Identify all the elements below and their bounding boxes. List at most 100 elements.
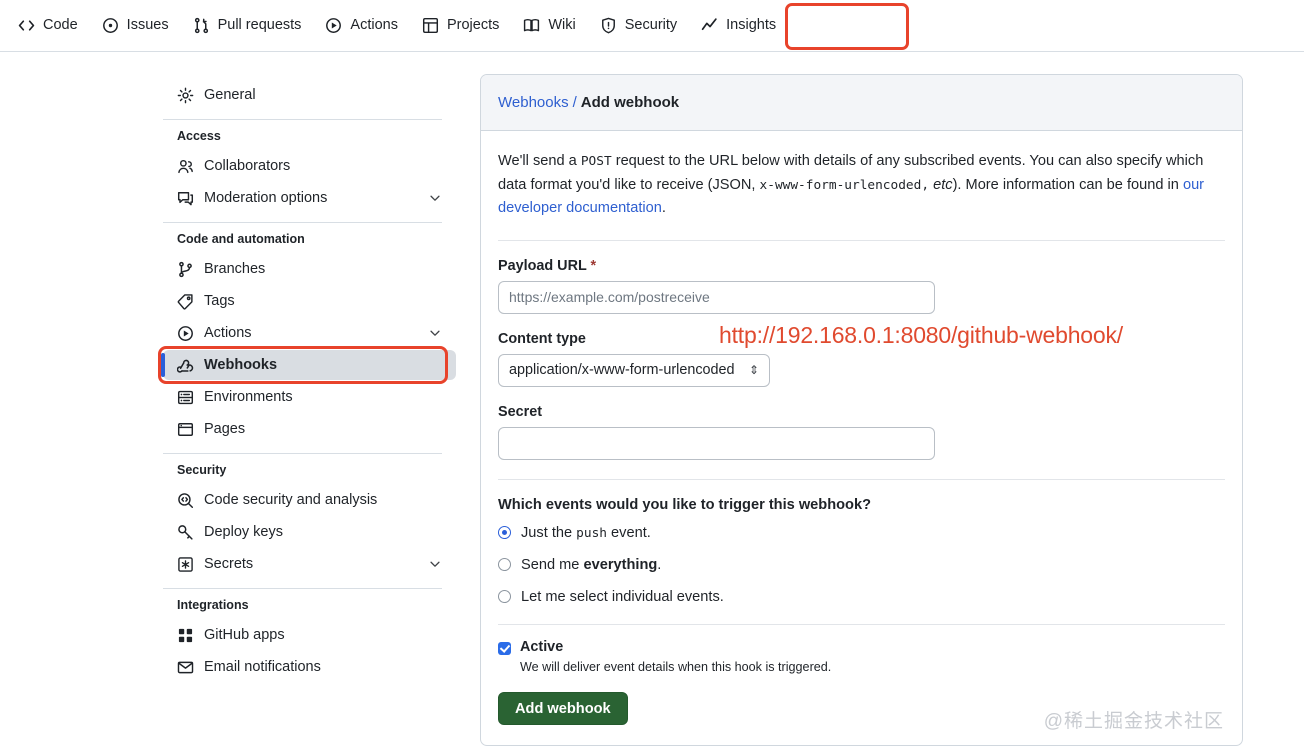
sidebar-item-collaborators[interactable]: Collaborators <box>163 151 456 181</box>
sidebar-item-label: Environments <box>204 390 442 405</box>
breadcrumb-separator: / <box>573 94 577 111</box>
sidebar-divider <box>163 222 442 223</box>
payload-url-label-text: Payload URL <box>498 258 587 274</box>
radio-option-individual[interactable]: Let me select individual events. <box>498 589 1225 605</box>
sidebar-item-actions[interactable]: Actions <box>163 318 456 348</box>
sidebar-divider <box>163 119 442 120</box>
nav-tab-settings[interactable]: Settings <box>788 11 894 40</box>
radio-everything-prefix: Send me <box>521 557 583 573</box>
radio-individual-indicator[interactable] <box>498 590 511 603</box>
chevron-down-icon[interactable] <box>428 191 442 205</box>
issue-icon <box>102 17 119 34</box>
people-icon <box>177 158 194 175</box>
chevron-down-icon[interactable] <box>428 326 442 340</box>
sidebar-item-tags[interactable]: Tags <box>163 286 456 316</box>
nav-tab-pull-requests[interactable]: Pull requests <box>181 11 314 40</box>
nav-tab-issues[interactable]: Issues <box>90 11 181 40</box>
play-icon <box>325 17 342 34</box>
code-scan-icon <box>177 492 194 509</box>
webhook-icon <box>177 357 194 374</box>
breadcrumb: Webhooks / Add webhook <box>481 75 1242 131</box>
radio-push-code: push <box>576 526 607 541</box>
sidebar-item-label: Collaborators <box>204 159 442 174</box>
nav-tab-insights[interactable]: Insights <box>689 11 788 40</box>
nav-tab-label: Issues <box>127 18 169 33</box>
asterisk-icon <box>177 556 194 573</box>
radio-push-prefix: Just the <box>521 525 576 541</box>
key-icon <box>177 524 194 541</box>
active-text-block: Active We will deliver event details whe… <box>520 639 831 674</box>
nav-tab-code[interactable]: Code <box>6 11 90 40</box>
pr-icon <box>193 17 210 34</box>
sidebar-item-email-notifications[interactable]: Email notifications <box>163 652 456 682</box>
sidebar-section-heading: Code and automation <box>163 232 456 246</box>
sidebar-item-label: GitHub apps <box>204 628 442 643</box>
intro-part4: ). More information can be found in <box>953 177 1183 193</box>
intro-part1: We'll send a <box>498 153 581 169</box>
nav-tab-actions[interactable]: Actions <box>313 11 410 40</box>
radio-option-everything[interactable]: Send me everything. <box>498 557 1225 573</box>
active-checkbox-row[interactable]: Active We will deliver event details whe… <box>498 639 1225 674</box>
sidebar-divider <box>163 453 442 454</box>
intro-code-post: POST <box>581 154 612 169</box>
add-webhook-button[interactable]: Add webhook <box>498 692 628 725</box>
settings-sidebar: General Access Collaborators Moderation opt… <box>163 80 456 684</box>
sidebar-divider <box>163 588 442 589</box>
nav-tab-security[interactable]: Security <box>588 11 689 40</box>
nav-tab-wiki[interactable]: Wiki <box>511 11 587 40</box>
content-type-select[interactable]: application/x-www-form-urlencoded ⇕ <box>498 354 770 387</box>
tag-icon <box>177 293 194 310</box>
sidebar-item-branches[interactable]: Branches <box>163 254 456 284</box>
content-type-label: Content type <box>498 331 1225 347</box>
select-updown-chevron-icon: ⇕ <box>749 364 759 376</box>
sidebar-item-secrets[interactable]: Secrets <box>163 549 456 579</box>
radio-everything-suffix: . <box>657 557 661 573</box>
nav-tab-label: Code <box>43 18 78 33</box>
nav-tab-label: Security <box>625 18 677 33</box>
comment-icon <box>177 190 194 207</box>
sidebar-item-code-security-and-analysis[interactable]: Code security and analysis <box>163 485 456 515</box>
radio-push-indicator[interactable] <box>498 526 511 539</box>
radio-option-push[interactable]: Just the push event. <box>498 525 1225 541</box>
chevron-down-icon[interactable] <box>428 557 442 571</box>
browser-icon <box>177 421 194 438</box>
gear-icon <box>177 87 194 104</box>
divider-top <box>498 240 1225 241</box>
nav-tab-label: Wiki <box>548 18 575 33</box>
events-question: Which events would you like to trigger t… <box>498 497 1225 513</box>
sidebar-item-label: Secrets <box>204 557 418 572</box>
add-webhook-card: Webhooks / Add webhook We'll send a POST… <box>480 74 1243 746</box>
sidebar-item-general[interactable]: General <box>163 80 456 110</box>
active-label: Active <box>520 639 831 656</box>
payload-url-input[interactable]: https://example.com/postreceive <box>498 281 935 314</box>
sidebar-section-heading: Access <box>163 129 456 143</box>
sidebar-item-environments[interactable]: Environments <box>163 382 456 412</box>
nav-tab-projects[interactable]: Projects <box>410 11 511 40</box>
radio-push-label: Just the push event. <box>521 525 651 541</box>
secret-label: Secret <box>498 404 1225 420</box>
graph-icon <box>701 17 718 34</box>
sidebar-item-label: Email notifications <box>204 660 442 675</box>
radio-individual-label: Let me select individual events. <box>521 589 724 605</box>
apps-icon <box>177 627 194 644</box>
active-checkbox[interactable] <box>498 642 511 655</box>
payload-url-label: Payload URL * <box>498 258 1225 274</box>
sidebar-item-deploy-keys[interactable]: Deploy keys <box>163 517 456 547</box>
shield-icon <box>600 17 617 34</box>
sidebar-item-webhooks[interactable]: Webhooks <box>163 350 456 380</box>
breadcrumb-webhooks-link[interactable]: Webhooks <box>498 94 569 111</box>
sidebar-item-moderation-options[interactable]: Moderation options <box>163 183 456 213</box>
book-icon <box>523 17 540 34</box>
intro-code-urlencoded: x-www-form-urlencoded, <box>760 178 930 193</box>
sidebar-item-label: Deploy keys <box>204 525 442 540</box>
sidebar-item-pages[interactable]: Pages <box>163 414 456 444</box>
radio-everything-indicator[interactable] <box>498 558 511 571</box>
mail-icon <box>177 659 194 676</box>
active-help-text: We will deliver event details when this … <box>520 660 831 674</box>
sidebar-item-label: Branches <box>204 262 442 277</box>
nav-tab-label: Actions <box>350 18 398 33</box>
sidebar-item-github-apps[interactable]: GitHub apps <box>163 620 456 650</box>
nav-tab-label: Insights <box>726 18 776 33</box>
sidebar-item-label: Actions <box>204 326 418 341</box>
secret-input[interactable] <box>498 427 935 460</box>
